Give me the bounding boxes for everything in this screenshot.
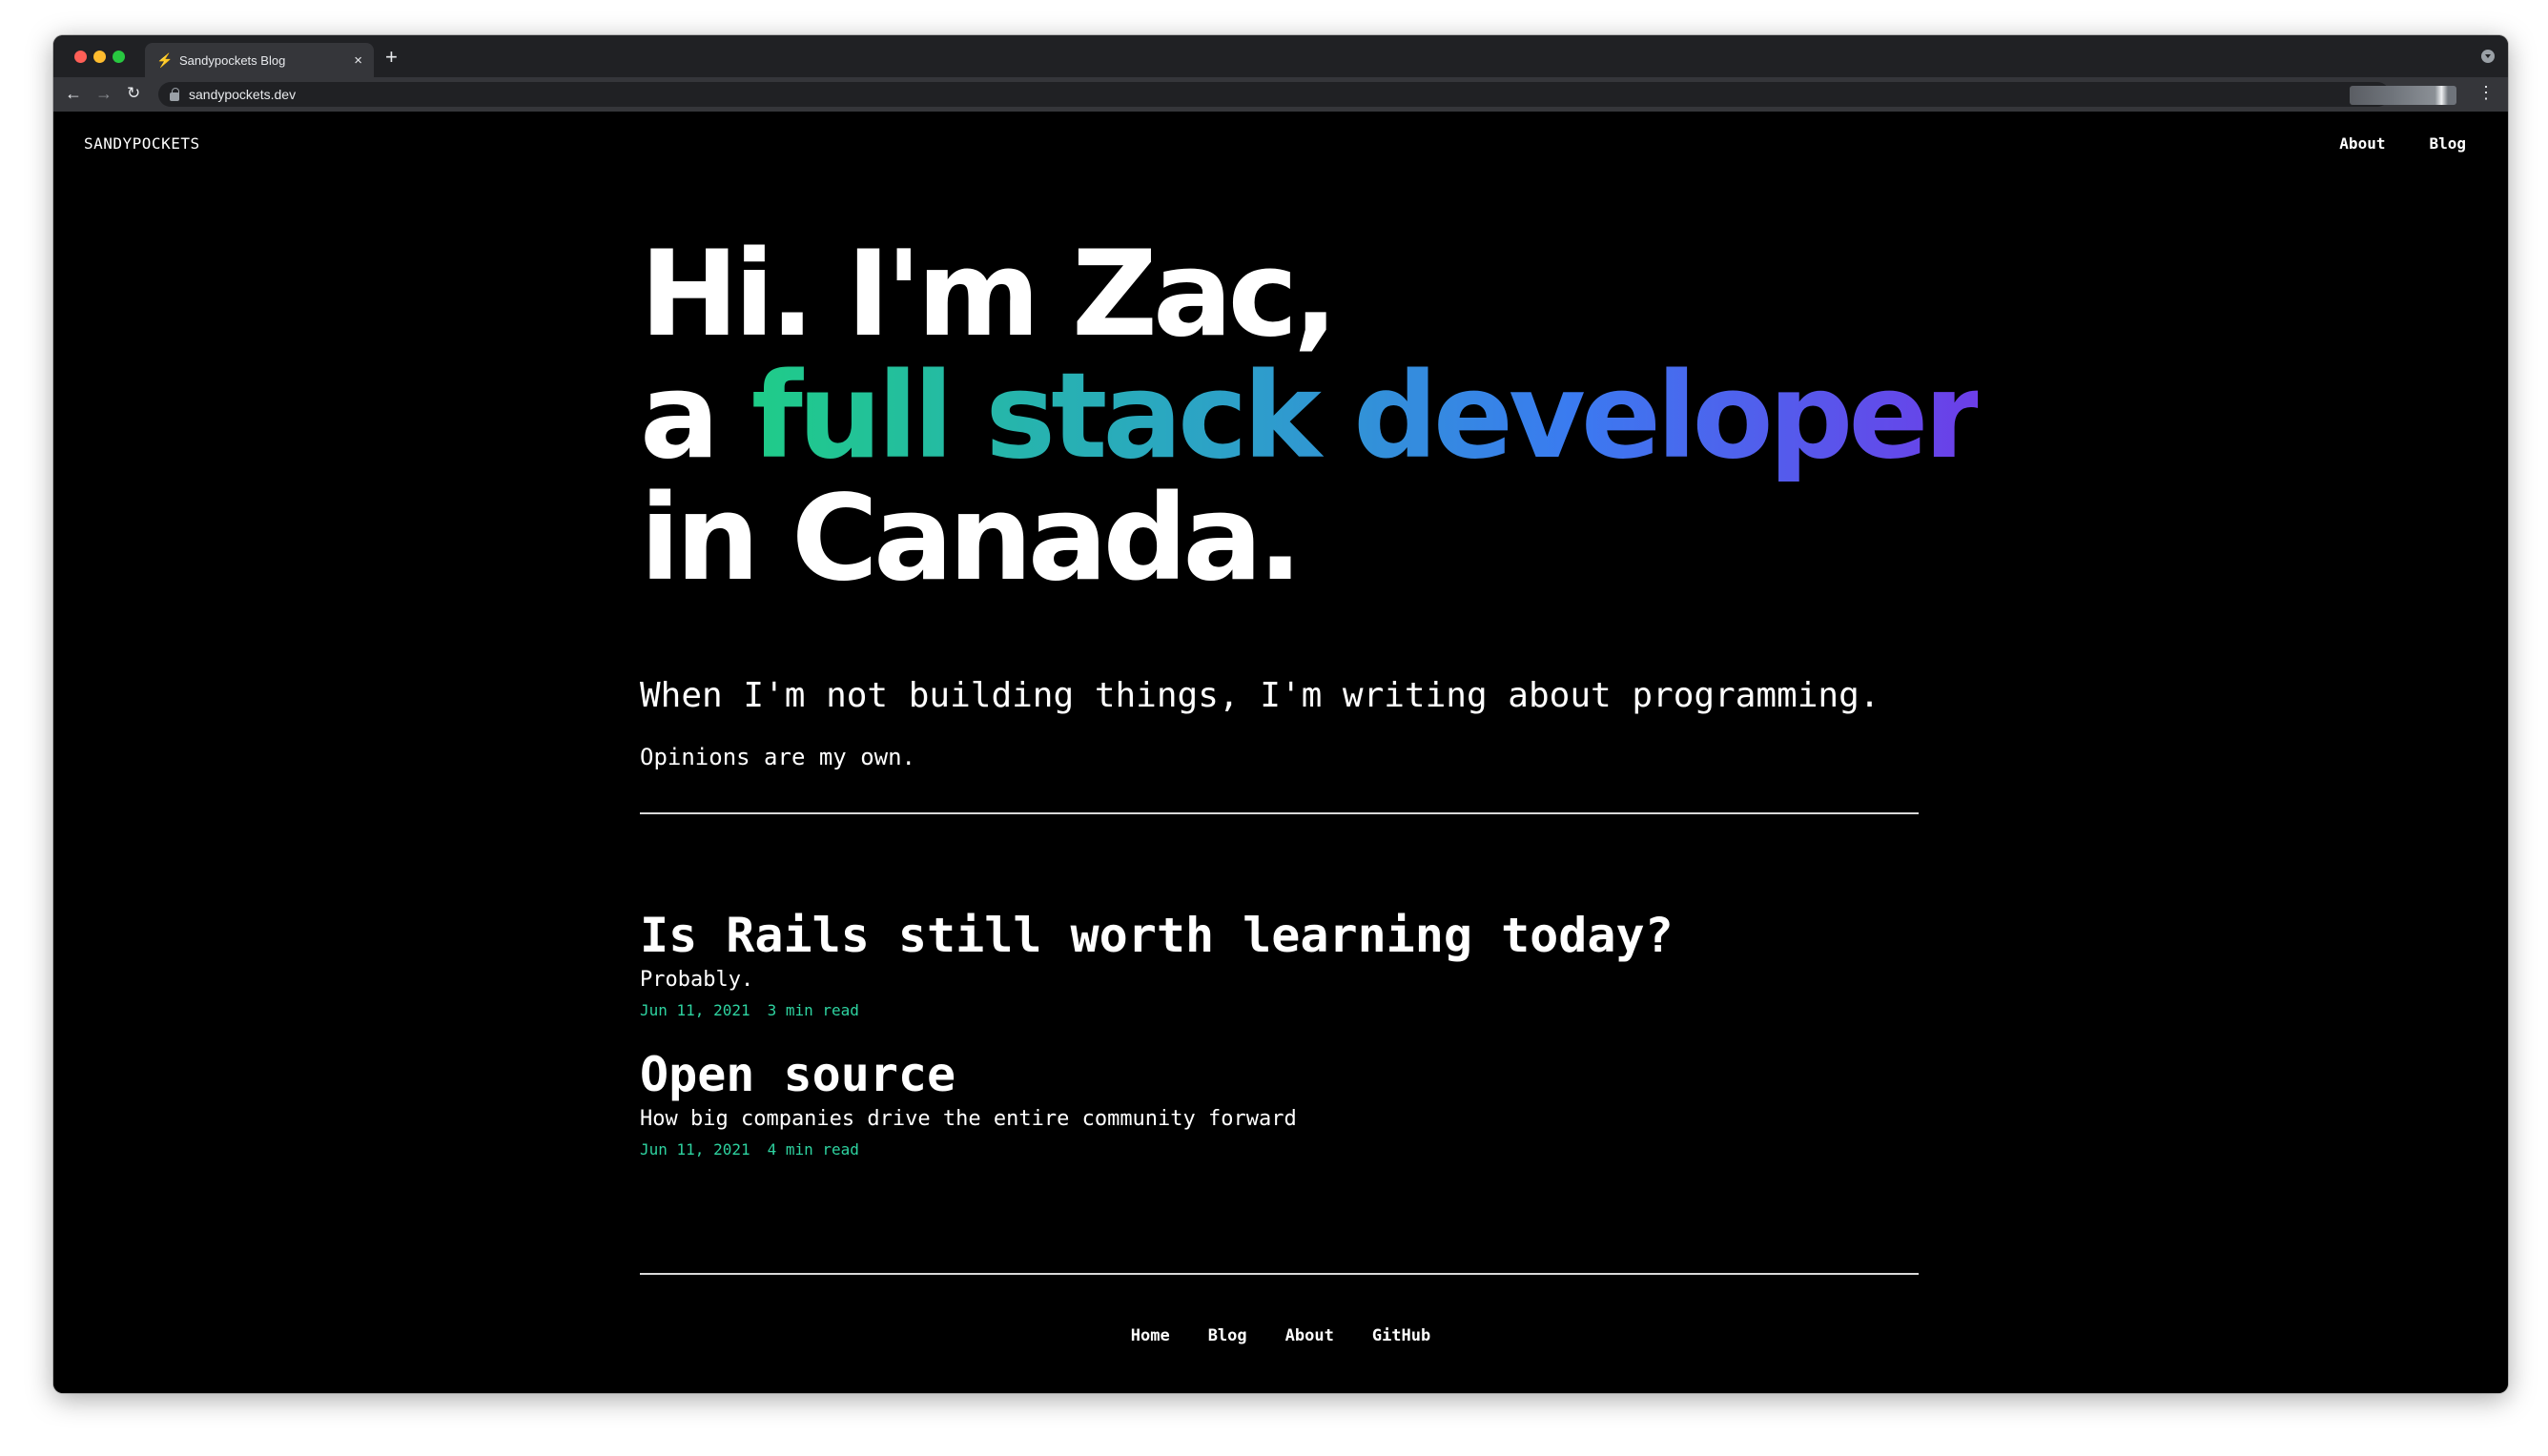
lock-icon[interactable]: [170, 87, 179, 101]
lightning-favicon-icon: ⚡: [156, 51, 174, 68]
browser-toolbar: ← → ↻ sandypockets.dev ☆ ⋮: [53, 77, 2508, 112]
back-arrow-icon[interactable]: ←: [65, 82, 82, 105]
post-subtitle: Probably.: [640, 968, 754, 992]
minimize-window-button[interactable]: [93, 51, 106, 63]
post-list: Is Rails still worth learning today? Pro…: [640, 909, 1919, 1187]
divider-bottom: [640, 1273, 1919, 1275]
nav-about-link[interactable]: About: [2339, 134, 2385, 153]
hero-word-developer: developer: [1353, 348, 1978, 485]
browser-tab[interactable]: ⚡ Sandypockets Blog ×: [145, 43, 374, 77]
post-item[interactable]: Is Rails still worth learning today? Pro…: [640, 909, 1919, 1019]
profile-dropdown-icon[interactable]: [2481, 50, 2495, 63]
post-date: Jun 11, 2021: [640, 1140, 750, 1159]
top-nav: About Blog: [2339, 134, 2466, 153]
tab-bar: ⚡ Sandypockets Blog × +: [53, 35, 2508, 77]
reload-icon[interactable]: ↻: [127, 82, 140, 105]
divider-top: [640, 812, 1919, 814]
url-text[interactable]: sandypockets.dev: [189, 87, 296, 102]
post-read-time: 3 min read: [767, 1001, 859, 1019]
site-logo[interactable]: SANDYPOCKETS: [84, 134, 200, 153]
browser-window: ⚡ Sandypockets Blog × + ← → ↻ sandypocke…: [53, 35, 2508, 1393]
post-meta: Jun 11, 2021 3 min read: [640, 1001, 1919, 1019]
post-title[interactable]: Open source: [640, 1048, 1919, 1101]
footer-blog-link[interactable]: Blog: [1208, 1326, 1247, 1345]
hero-heading: Hi. I'm Zac, a full stack developer in C…: [640, 234, 1937, 600]
forward-arrow-icon[interactable]: →: [95, 82, 113, 105]
maximize-window-button[interactable]: [113, 51, 125, 63]
post-item[interactable]: Open source How big companies drive the …: [640, 1048, 1919, 1159]
footer-home-link[interactable]: Home: [1131, 1326, 1170, 1345]
post-read-time: 4 min read: [767, 1140, 859, 1159]
hero-word-full: full: [750, 348, 950, 485]
address-bar[interactable]: sandypockets.dev ☆: [158, 82, 2390, 107]
hero-line-3: in Canada.: [640, 470, 1303, 607]
nav-blog-link[interactable]: Blog: [2429, 134, 2466, 153]
hero-word-stack: stack: [985, 348, 1317, 485]
menu-dots-icon[interactable]: ⋮: [2477, 83, 2495, 103]
footer-github-link[interactable]: GitHub: [1372, 1326, 1430, 1345]
post-date: Jun 11, 2021: [640, 1001, 750, 1019]
web-page: SANDYPOCKETS About Blog Hi. I'm Zac, a f…: [53, 112, 2508, 1393]
extensions-area[interactable]: [2350, 86, 2456, 105]
hero-line-2-prefix: a: [640, 348, 751, 485]
post-title[interactable]: Is Rails still worth learning today?: [640, 909, 1919, 962]
footer-nav: Home Blog About GitHub: [53, 1326, 2508, 1345]
hero-gradient-text: full stack developer: [751, 348, 1978, 485]
close-window-button[interactable]: [74, 51, 87, 63]
new-tab-button[interactable]: +: [385, 43, 398, 72]
post-meta: Jun 11, 2021 4 min read: [640, 1140, 1919, 1159]
close-tab-icon[interactable]: ×: [354, 52, 362, 69]
hero-note: Opinions are my own.: [640, 744, 915, 770]
tab-title: Sandypockets Blog: [179, 52, 286, 68]
post-subtitle: How big companies drive the entire commu…: [640, 1107, 1297, 1131]
hero-line-1: Hi. I'm Zac,: [640, 226, 1338, 363]
footer-about-link[interactable]: About: [1285, 1326, 1334, 1345]
hero-tagline: When I'm not building things, I'm writin…: [640, 676, 1880, 715]
hero-line-2: a full stack developer: [640, 356, 1937, 478]
